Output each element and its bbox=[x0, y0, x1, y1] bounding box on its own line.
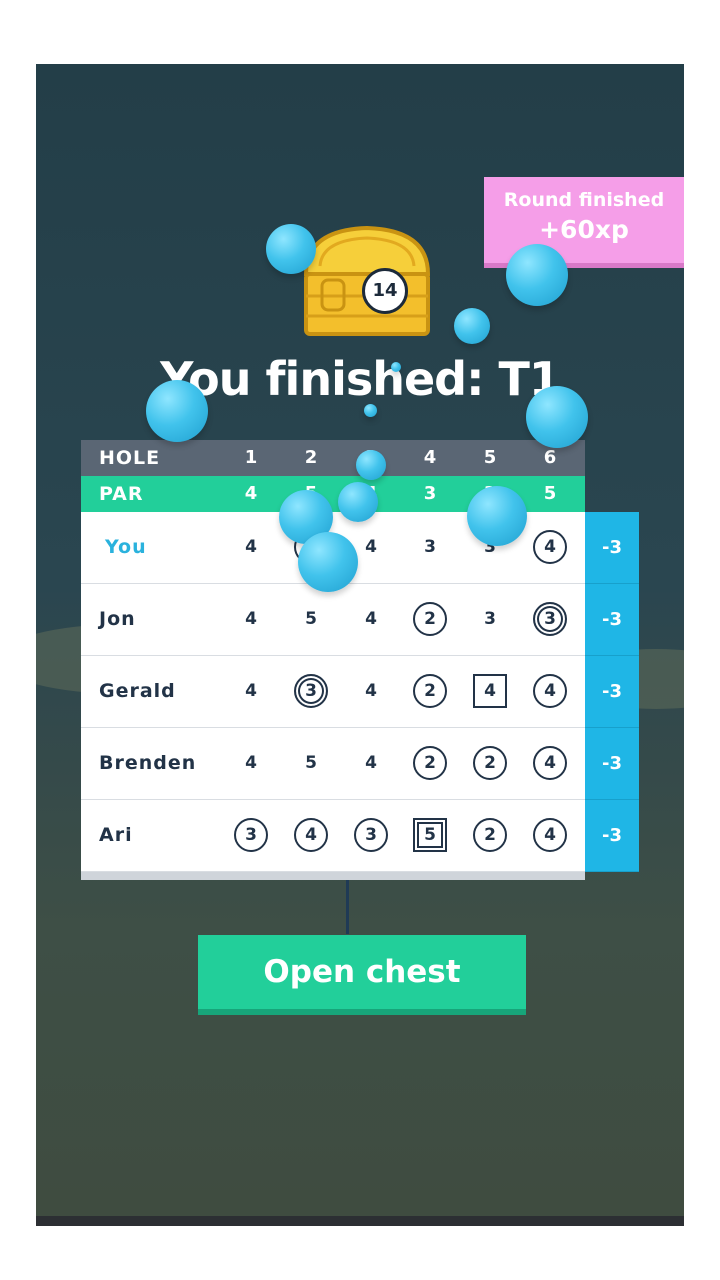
xp-banner-title: Round finished bbox=[503, 189, 665, 211]
player-total: -3 bbox=[585, 728, 639, 800]
hole-score: 3 bbox=[294, 674, 328, 708]
hole-score: 2 bbox=[413, 674, 447, 708]
golf-ball-icon bbox=[467, 486, 527, 546]
hole-score: 2 bbox=[413, 602, 447, 636]
finish-title: You finished: T1 bbox=[160, 352, 561, 406]
par-value: 3 bbox=[423, 483, 437, 504]
hole-score: 3 bbox=[533, 602, 567, 636]
player-name: Gerald bbox=[99, 680, 176, 702]
hole-label: HOLE bbox=[99, 447, 161, 469]
row-background bbox=[81, 800, 585, 872]
golf-ball-icon bbox=[391, 362, 401, 372]
player-row: Brenden 4 5 4 2 2 4 -3 bbox=[81, 728, 639, 800]
row-background bbox=[81, 584, 585, 656]
player-row: Ari 3 4 3 5 2 4 -3 bbox=[81, 800, 639, 872]
hole-score: 4 bbox=[365, 753, 377, 773]
golf-ball-icon bbox=[146, 380, 208, 442]
golf-ball-icon bbox=[338, 482, 378, 522]
player-name: Ari bbox=[99, 824, 133, 846]
player-row: Jon 4 5 4 2 3 3 -3 bbox=[81, 584, 639, 656]
hole-score: 5 bbox=[305, 753, 317, 773]
hole-score: 4 bbox=[365, 609, 377, 629]
player-total: -3 bbox=[585, 584, 639, 656]
bottom-bar bbox=[36, 1216, 684, 1226]
hole-score: 4 bbox=[245, 537, 257, 557]
golf-ball-icon bbox=[506, 244, 568, 306]
player-row: Gerald 4 3 4 2 4 4 -3 bbox=[81, 656, 639, 728]
par-value: 4 bbox=[244, 483, 258, 504]
player-row: You 4 3 4 3 3 4 -3 bbox=[81, 512, 639, 584]
hole-score: 4 bbox=[533, 530, 567, 564]
hole-score: 4 bbox=[365, 681, 377, 701]
player-total: -3 bbox=[585, 656, 639, 728]
hole-score: 5 bbox=[305, 609, 317, 629]
golf-ball-icon bbox=[364, 404, 377, 417]
hole-score: 4 bbox=[365, 537, 377, 557]
chest-count-badge: 14 bbox=[362, 268, 408, 314]
player-name: Brenden bbox=[99, 752, 197, 774]
hole-score: 4 bbox=[473, 674, 507, 708]
hole-score: 2 bbox=[413, 746, 447, 780]
hole-score: 3 bbox=[484, 609, 496, 629]
par-value: 5 bbox=[543, 483, 557, 504]
hole-score: 4 bbox=[245, 681, 257, 701]
hole-score: 4 bbox=[245, 609, 257, 629]
hole-score: 3 bbox=[424, 537, 436, 557]
hole-number: 2 bbox=[304, 447, 318, 468]
hole-number: 5 bbox=[483, 447, 497, 468]
hole-score: 4 bbox=[533, 674, 567, 708]
hole-number: 1 bbox=[244, 447, 258, 468]
par-label: PAR bbox=[99, 483, 144, 505]
hole-score: 4 bbox=[294, 818, 328, 852]
hole-score: 3 bbox=[234, 818, 268, 852]
hole-header-row: HOLE 1 2 3 4 5 6 bbox=[81, 440, 585, 476]
hole-score: 2 bbox=[473, 818, 507, 852]
hole-score: 3 bbox=[354, 818, 388, 852]
golf-ball-icon bbox=[356, 450, 386, 480]
golf-ball-icon bbox=[298, 532, 358, 592]
player-total: -3 bbox=[585, 800, 639, 872]
hole-score: 5 bbox=[413, 818, 447, 852]
xp-banner: Round finished +60xp bbox=[484, 177, 684, 263]
hole-score: 4 bbox=[533, 746, 567, 780]
xp-banner-value: +60xp bbox=[539, 215, 629, 244]
hole-score: 4 bbox=[533, 818, 567, 852]
golf-ball-icon bbox=[266, 224, 316, 274]
hole-score: 4 bbox=[245, 753, 257, 773]
player-name: Jon bbox=[99, 608, 136, 630]
scorecard-footer bbox=[81, 872, 585, 880]
open-chest-button[interactable]: Open chest bbox=[198, 935, 526, 1009]
hole-score: 2 bbox=[473, 746, 507, 780]
golf-ball-icon bbox=[526, 386, 588, 448]
game-scene: Round finished +60xp 14 You finished: T1… bbox=[36, 64, 684, 1216]
player-total: -3 bbox=[585, 512, 639, 584]
hole-number: 4 bbox=[423, 447, 437, 468]
golf-ball-icon bbox=[454, 308, 490, 344]
player-name: You bbox=[105, 536, 147, 558]
